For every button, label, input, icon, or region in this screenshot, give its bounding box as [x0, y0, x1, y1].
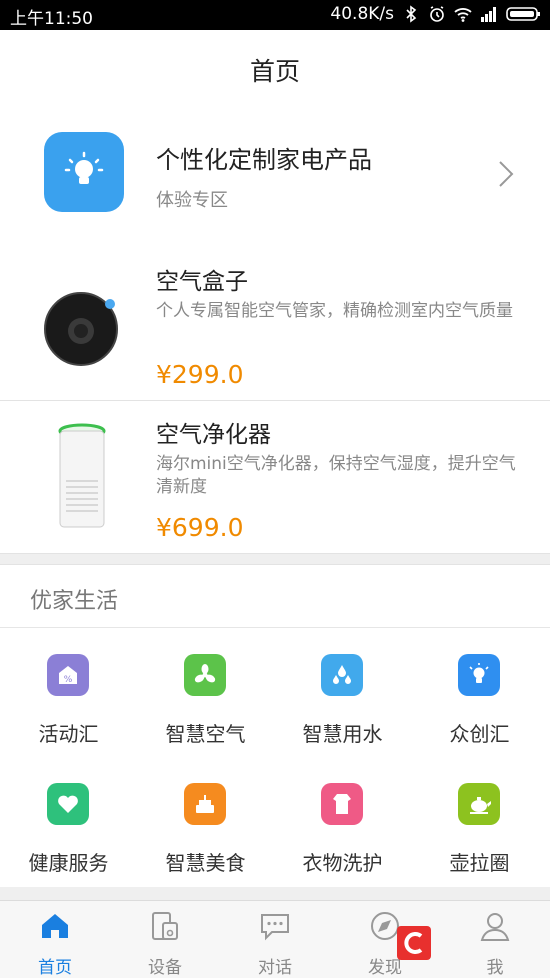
lightbulb-icon: [458, 654, 500, 696]
signal-icon: [481, 7, 496, 22]
grid-item-label: 活动汇: [38, 722, 99, 746]
grid-item-label: 智慧空气: [165, 722, 246, 746]
product-price: ¥699.0: [156, 513, 244, 542]
tab-chat[interactable]: 对话: [220, 901, 330, 978]
promo-title: 个性化定制家电产品: [156, 146, 372, 174]
chevron-right-icon[interactable]: [498, 160, 514, 188]
tab-home[interactable]: 首页: [0, 901, 110, 978]
battery-icon: [506, 7, 540, 21]
fan-icon: [184, 654, 226, 696]
chat-icon: [261, 914, 289, 941]
tab-me[interactable]: 我: [440, 901, 550, 978]
shirt-icon: [321, 783, 363, 825]
product-price: ¥299.0: [156, 360, 244, 389]
section-header: 优家生活: [0, 565, 550, 628]
promo-subtitle: 体验专区: [156, 190, 228, 211]
section-title: 优家生活: [30, 589, 119, 614]
page-title: 首页: [249, 57, 300, 86]
grid-item-label: 壶拉圈: [449, 851, 510, 875]
grid-item-label: 众创汇: [449, 722, 510, 746]
grid-item-maker[interactable]: 众创汇: [411, 628, 548, 757]
tab-device[interactable]: 设备: [110, 901, 220, 978]
cake-icon: [184, 783, 226, 825]
service-grid: % 活动汇 智慧空气 智慧用水 众创汇 健康服务 智慧美食 衣物洗护 壶拉圈: [0, 628, 550, 886]
activity-icon: %: [47, 654, 89, 696]
air-box-image: [44, 292, 118, 366]
grid-item-label: 智慧用水: [302, 722, 383, 746]
lightbulb-icon: [44, 132, 124, 212]
bluetooth-icon: [406, 5, 417, 23]
water-drops-icon: [321, 654, 363, 696]
tab-label: 对话: [258, 958, 292, 978]
product-item-air-purifier[interactable]: 空气净化器 海尔mini空气净化器，保持空气湿度，提升空气清新度 ¥699.0: [0, 401, 550, 554]
network-speed: 40.8K/s: [330, 4, 394, 24]
user-icon: [480, 913, 510, 941]
wifi-icon: [454, 8, 472, 22]
bottom-tab-bar: 首页 设备 对话 发现 我: [0, 900, 550, 978]
promo-card[interactable]: 个性化定制家电产品 体验专区: [0, 108, 550, 249]
air-purifier-image: [58, 423, 106, 528]
grid-item-teapot[interactable]: 壶拉圈: [411, 757, 548, 886]
product-name: 空气净化器: [156, 422, 271, 448]
status-icons: 40.8K/s: [330, 4, 542, 24]
device-icon: [152, 912, 178, 940]
product-description: 个人专属智能空气管家，精确检测室内空气质量: [156, 301, 513, 321]
grid-item-label: 健康服务: [28, 851, 109, 875]
tab-label: 设备: [148, 958, 182, 978]
grid-item-label: 智慧美食: [165, 851, 246, 875]
alarm-icon: [430, 6, 444, 22]
grid-item-laundry[interactable]: 衣物洗护: [274, 757, 411, 886]
title-bar: 首页: [0, 30, 550, 108]
home-icon: [42, 914, 68, 938]
grid-item-health[interactable]: 健康服务: [0, 757, 137, 886]
grid-item-food[interactable]: 智慧美食: [137, 757, 274, 886]
tab-label: 首页: [38, 958, 72, 978]
grid-item-label: 衣物洗护: [302, 851, 383, 875]
grid-item-activity[interactable]: % 活动汇: [0, 628, 137, 757]
product-description: 海尔mini空气净化器，保持空气湿度，提升空气清新度: [156, 454, 516, 497]
section-divider: [0, 554, 550, 565]
product-item-air-box[interactable]: 空气盒子 个人专属智能空气管家，精确检测室内空气质量 ¥299.0: [0, 248, 550, 401]
tab-label: 我: [486, 958, 504, 978]
teapot-icon: [458, 783, 500, 825]
status-bar: 上午11:50 40.8K/s: [0, 0, 550, 30]
status-time: 上午11:50: [10, 9, 93, 29]
svg-text:%: %: [64, 675, 73, 685]
watermark-logo: [397, 926, 431, 960]
grid-item-smart-water[interactable]: 智慧用水: [274, 628, 411, 757]
grid-item-smart-air[interactable]: 智慧空气: [137, 628, 274, 757]
product-name: 空气盒子: [156, 269, 248, 295]
section-divider: [0, 887, 550, 901]
heart-icon: [47, 783, 89, 825]
